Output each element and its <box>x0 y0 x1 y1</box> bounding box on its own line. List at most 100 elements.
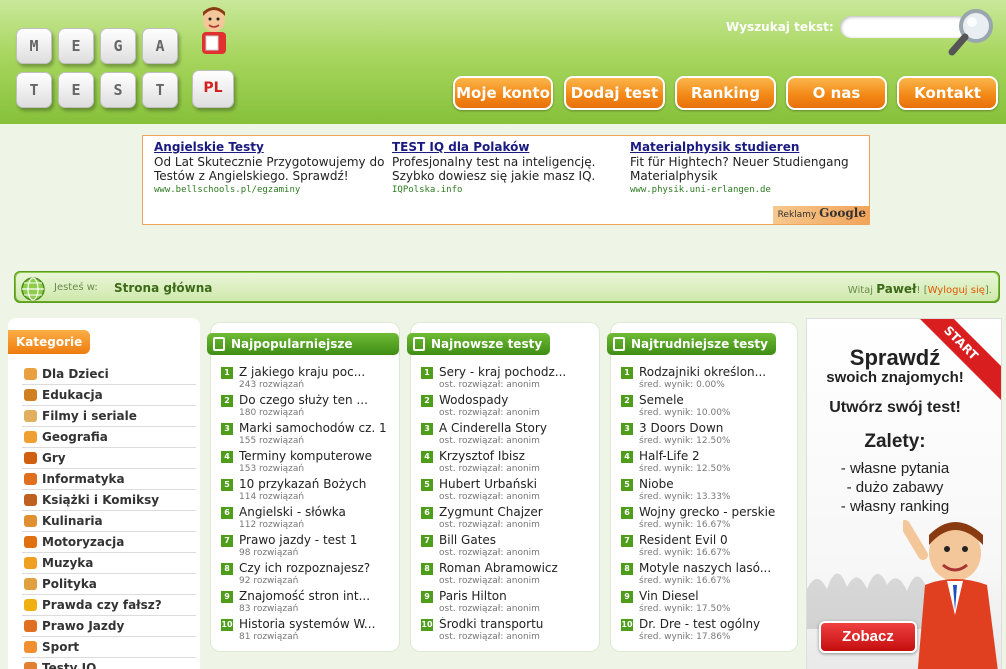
test-list-item[interactable]: 8 Motyle naszych lasó... śred. wynik: 16.6… <box>621 561 791 589</box>
test-list-item[interactable]: 3 Marki samochodów cz. 1 155 rozwiązań <box>221 421 393 449</box>
test-title-link[interactable]: Rodzajniki określon... <box>639 365 791 380</box>
category-sidebar: Kategorie Dla Dzieci Edukacja Filmy i seri… <box>8 318 200 669</box>
test-title-link[interactable]: Niobe <box>639 477 791 492</box>
zobacz-button[interactable]: Zobacz <box>819 621 917 653</box>
test-list-item[interactable]: 9 Vin Diesel śred. wynik: 17.50% <box>621 589 791 617</box>
test-title-link[interactable]: Zygmunt Chajzer <box>439 505 593 520</box>
test-list-item[interactable]: 6 Zygmunt Chajzer ost. rozwiązał: anonim <box>421 505 593 533</box>
test-list-item[interactable]: 4 Terminy komputerowe 153 rozwiązań <box>221 449 393 477</box>
category-item[interactable]: Prawda czy fałsz? <box>22 595 196 616</box>
test-list-item[interactable]: 5 Hubert Urbański ost. rozwiązał: anonim <box>421 477 593 505</box>
category-item[interactable]: Testy IQ <box>22 658 196 669</box>
test-title-link[interactable]: Semele <box>639 393 791 408</box>
test-title-link[interactable]: Wojny grecko - perskie <box>639 505 791 520</box>
category-item[interactable]: Sport <box>22 637 196 658</box>
nav-o-nas[interactable]: O nas <box>786 76 887 110</box>
category-item[interactable]: Książki i Komiksy <box>22 490 196 511</box>
test-title-link[interactable]: Krzysztof Ibisz <box>439 449 593 464</box>
test-list-item[interactable]: 1 Sery - kraj pochodz... ost. rozwiązał: a… <box>421 365 593 393</box>
test-list-item[interactable]: 4 Krzysztof Ibisz ost. rozwiązał: anonim <box>421 449 593 477</box>
test-title-link[interactable]: Do czego służy ten ... <box>239 393 393 408</box>
test-list-item[interactable]: 10 Historia systemów W... 81 rozwiązań <box>221 617 393 645</box>
nav-kontakt[interactable]: Kontakt <box>897 76 998 110</box>
test-title-link[interactable]: Vin Diesel <box>639 589 791 604</box>
ad-title[interactable]: Angielskie Testy <box>154 140 389 155</box>
test-list-item[interactable]: 9 Paris Hilton ost. rozwiązał: anonim <box>421 589 593 617</box>
nav-ranking[interactable]: Ranking <box>675 76 776 110</box>
category-item[interactable]: Edukacja <box>22 385 196 406</box>
category-item[interactable]: Muzyka <box>22 553 196 574</box>
category-item[interactable]: Dla Dzieci <box>22 364 196 385</box>
test-list-item[interactable]: 7 Bill Gates ost. rozwiązał: anonim <box>421 533 593 561</box>
test-title-link[interactable]: Historia systemów W... <box>239 617 393 632</box>
site-logo[interactable]: M E G A T E S T PL <box>14 6 239 118</box>
test-list-item[interactable]: 1 Rodzajniki określon... śred. wynik: 0.00… <box>621 365 791 393</box>
test-list-item[interactable]: 3 A Cinderella Story ost. rozwiązał: anoni… <box>421 421 593 449</box>
category-item[interactable]: Prawo Jazdy <box>22 616 196 637</box>
test-title-link[interactable]: Roman Abramowicz <box>439 561 593 576</box>
test-list-item[interactable]: 7 Prawo jazdy - test 1 98 rozwiązań <box>221 533 393 561</box>
nav-moje-konto[interactable]: Moje konto <box>453 76 553 110</box>
nav-dodaj-test[interactable]: Dodaj test <box>564 76 665 110</box>
category-item[interactable]: Geografia <box>22 427 196 448</box>
ad-text: Profesjonalny test na inteligencję. Szyb… <box>392 155 596 183</box>
test-list-item[interactable]: 6 Angielski - słówka 112 rozwiązań <box>221 505 393 533</box>
ad-title[interactable]: Materialphysik studieren <box>630 140 865 155</box>
ad-badge[interactable]: Reklamy Google <box>773 206 869 224</box>
test-list-item[interactable]: 4 Half-Life 2 śred. wynik: 12.50% <box>621 449 791 477</box>
ad-badge-prefix: Reklamy <box>777 210 817 220</box>
category-item[interactable]: Gry <box>22 448 196 469</box>
test-title-link[interactable]: Paris Hilton <box>439 589 593 604</box>
test-title-link[interactable]: Czy ich rozpoznajesz? <box>239 561 393 576</box>
test-title-link[interactable]: 3 Doors Down <box>639 421 791 436</box>
test-list-item[interactable]: 10 Dr. Dre - test ogólny śred. wynik: 17.8… <box>621 617 791 645</box>
test-list-item[interactable]: 2 Do czego służy ten ... 180 rozwiązań <box>221 393 393 421</box>
test-title-link[interactable]: 10 przykazań Bożych <box>239 477 393 492</box>
test-title-link[interactable]: Half-Life 2 <box>639 449 791 464</box>
category-item[interactable]: Motoryzacja <box>22 532 196 553</box>
test-title-link[interactable]: Hubert Urbański <box>439 477 593 492</box>
test-list-item[interactable]: 5 Niobe śred. wynik: 13.33% <box>621 477 791 505</box>
test-title-link[interactable]: Bill Gates <box>439 533 593 548</box>
promo-banner[interactable]: START Sprawdź swoich znajomych! Utwórz s… <box>806 318 1002 669</box>
category-item[interactable]: Filmy i seriale <box>22 406 196 427</box>
username[interactable]: Paweł <box>876 282 916 296</box>
test-title-link[interactable]: Motyle naszych lasó... <box>639 561 791 576</box>
test-title-link[interactable]: Wodospady <box>439 393 593 408</box>
test-title-link[interactable]: Dr. Dre - test ogólny <box>639 617 791 632</box>
category-item[interactable]: Kulinaria <box>22 511 196 532</box>
test-list-item[interactable]: 1 Z jakiego kraju poc... 243 rozwiązań <box>221 365 393 393</box>
category-item[interactable]: Informatyka <box>22 469 196 490</box>
ad-url[interactable]: www.bellschools.pl/egzaminy <box>154 185 389 195</box>
test-title-link[interactable]: A Cinderella Story <box>439 421 593 436</box>
test-list-item[interactable]: 2 Wodospady ost. rozwiązał: anonim <box>421 393 593 421</box>
ad-title[interactable]: TEST IQ dla Polaków <box>392 140 627 155</box>
ad-url[interactable]: IQPolska.info <box>392 185 627 195</box>
test-title-link[interactable]: Z jakiego kraju poc... <box>239 365 393 380</box>
test-title-link[interactable]: Środki transportu <box>439 617 593 632</box>
test-list-item[interactable]: 6 Wojny grecko - perskie śred. wynik: 16.6… <box>621 505 791 533</box>
ad-item[interactable]: Materialphysik studieren Fit für Hightec… <box>630 140 865 195</box>
test-list-item[interactable]: 2 Semele śred. wynik: 10.00% <box>621 393 791 421</box>
test-list-item[interactable]: 9 Znajomość stron int... 83 rozwiązań <box>221 589 393 617</box>
test-title-link[interactable]: Marki samochodów cz. 1 <box>239 421 393 436</box>
test-title-link[interactable]: Znajomość stron int... <box>239 589 393 604</box>
search-button[interactable] <box>944 6 1000 60</box>
ad-item[interactable]: TEST IQ dla Polaków Profesjonalny test n… <box>392 140 627 195</box>
logout-link[interactable]: Wyloguj się <box>928 285 985 296</box>
test-title-link[interactable]: Prawo jazdy - test 1 <box>239 533 393 548</box>
test-list-item[interactable]: 5 10 przykazań Bożych 114 rozwiązań <box>221 477 393 505</box>
test-title-link[interactable]: Sery - kraj pochodz... <box>439 365 593 380</box>
category-item[interactable]: Polityka <box>22 574 196 595</box>
test-title-link[interactable]: Angielski - słówka <box>239 505 393 520</box>
test-title-link[interactable]: Terminy komputerowe <box>239 449 393 464</box>
test-list-item[interactable]: 10 Środki transportu ost. rozwiązał: anoni… <box>421 617 593 645</box>
test-list-item[interactable]: 3 3 Doors Down śred. wynik: 12.50% <box>621 421 791 449</box>
mascot-icon <box>903 520 998 669</box>
test-list-item[interactable]: 7 Resident Evil 0 śred. wynik: 16.67% <box>621 533 791 561</box>
ad-item[interactable]: Angielskie Testy Od Lat Skutecznie Przyg… <box>154 140 389 195</box>
test-list-item[interactable]: 8 Czy ich rozpoznajesz? 92 rozwiązań <box>221 561 393 589</box>
test-title-link[interactable]: Resident Evil 0 <box>639 533 791 548</box>
test-list-item[interactable]: 8 Roman Abramowicz ost. rozwiązał: anonim <box>421 561 593 589</box>
ad-url[interactable]: www.physik.uni-erlangen.de <box>630 185 865 195</box>
